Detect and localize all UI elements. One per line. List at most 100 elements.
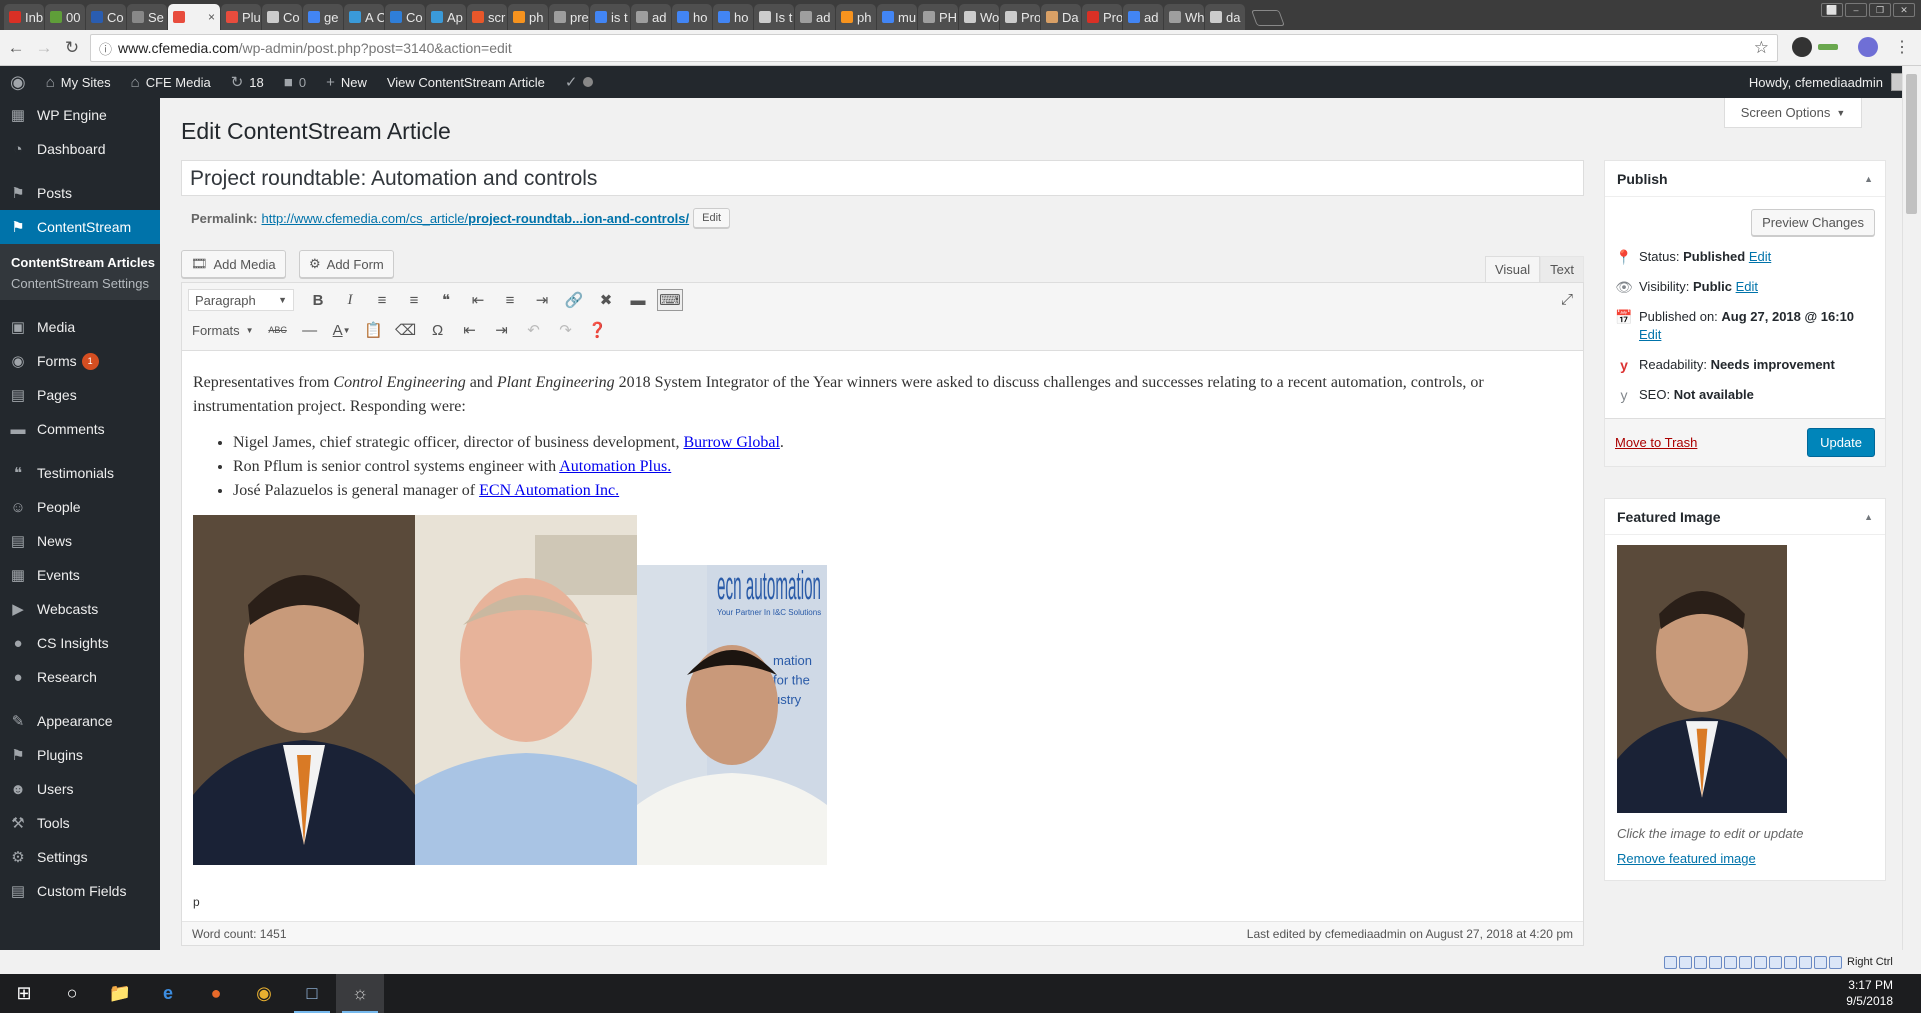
back-button[interactable]: ← [2,34,30,62]
search-icon[interactable]: ○ [48,974,96,1013]
submenu-item[interactable]: ContentStream Articles [0,252,160,273]
formats-dropdown[interactable]: Formats ▼ [188,323,262,338]
new-tab-button[interactable] [1251,10,1285,26]
browser-tab[interactable]: scr [467,4,507,30]
browser-tab[interactable]: mu [877,4,917,30]
yoast-icon[interactable]: ✓ [555,66,604,98]
site-name-menu[interactable]: ⌂ CFE Media [121,66,221,98]
browser-tab[interactable]: Co [385,4,425,30]
remove-featured-image-link[interactable]: Remove featured image [1605,841,1885,880]
publish-header[interactable]: Publish ▲ [1605,161,1885,197]
reload-button[interactable]: ↻ [58,34,86,62]
browser-tab[interactable]: A C [344,4,384,30]
browser-tab[interactable]: Se [127,4,167,30]
indent-icon[interactable]: ⇥ [486,317,518,343]
view-article-link[interactable]: View ContentStream Article [377,66,555,98]
browser-tab[interactable]: Pro [1082,4,1122,30]
sidebar-item-users[interactable]: ☻ Users [0,772,160,806]
redo-icon[interactable]: ↷ [550,317,582,343]
extension-icon[interactable] [1818,44,1838,50]
browser-tab[interactable]: Pro [1000,4,1040,30]
browser-tab[interactable]: 00 [45,4,85,30]
sidebar-item-media[interactable]: ▣ Media [0,310,160,344]
sidebar-item-posts[interactable]: ⚑ Posts [0,176,160,210]
post-title-input[interactable]: Project roundtable: Automation and contr… [181,160,1584,196]
browser-tab[interactable]: ge [303,4,343,30]
app-icon[interactable]: ☼ [336,974,384,1013]
sidebar-item-events[interactable]: ▦ Events [0,558,160,592]
screen-options-button[interactable]: Screen Options ▼ [1724,98,1862,128]
scrollbar-thumb[interactable] [1906,74,1917,214]
sidebar-item-wp-engine[interactable]: ▦ WP Engine [0,98,160,132]
align-center-icon[interactable]: ≡ [494,287,526,313]
chrome-icon[interactable]: ◉ [240,974,288,1013]
browser-tab[interactable]: ad [631,4,671,30]
update-button[interactable]: Update [1807,428,1875,457]
blockquote-icon[interactable]: ❝ [430,287,462,313]
sidebar-item-news[interactable]: ▤ News [0,524,160,558]
browser-tab[interactable]: PH [918,4,958,30]
clear-formatting-icon[interactable]: ⌫ [390,317,422,343]
sidebar-item-dashboard[interactable]: ◔ Dashboard [0,132,160,166]
editor-content[interactable]: Representatives from Control Engineering… [182,351,1583,885]
browser-tab[interactable]: da [1205,4,1245,30]
sidebar-item-tools[interactable]: ⚒ Tools [0,806,160,840]
browser-tab[interactable]: Inb [4,4,44,30]
tab-visual[interactable]: Visual [1484,256,1541,282]
permalink-link[interactable]: http://www.cfemedia.com/cs_article/proje… [261,211,689,226]
sidebar-item-appearance[interactable]: ✎ Appearance [0,704,160,738]
forward-button[interactable]: → [30,34,58,62]
browser-tab[interactable]: ho [713,4,753,30]
browser-tab[interactable]: Co [262,4,302,30]
status-edit-link[interactable]: Edit [1749,249,1771,264]
info-icon[interactable]: ⓘ [99,39,112,58]
move-to-trash-link[interactable]: Move to Trash [1615,435,1697,450]
sidebar-item-contentstream[interactable]: ⚑ ContentStream [0,210,160,244]
browser-tab[interactable]: Is t [754,4,794,30]
help-icon[interactable]: ❓ [582,317,614,343]
submenu-item[interactable]: ContentStream Settings [0,273,160,294]
featured-image-thumbnail[interactable] [1617,545,1787,813]
featured-image-header[interactable]: Featured Image ▲ [1605,499,1885,535]
align-right-icon[interactable]: ⇥ [526,287,558,313]
company-link[interactable]: Burrow Global [683,434,779,451]
sidebar-item-custom-fields[interactable]: ▤ Custom Fields [0,874,160,908]
browser-tab[interactable]: ph [508,4,548,30]
restore-button[interactable]: ❐ [1869,3,1891,17]
minimize-button[interactable]: – [1845,3,1867,17]
browser-tab[interactable]: is t [590,4,630,30]
read-more-icon[interactable]: ▬ [622,287,654,313]
browser-tab[interactable]: ad [795,4,835,30]
photo-nigel-james[interactable] [193,515,415,865]
collapse-arrow-icon[interactable]: ▲ [1864,512,1873,522]
extension-icon[interactable] [1858,37,1878,57]
text-color-icon[interactable]: A ▼ [326,317,358,343]
close-button[interactable]: ✕ [1893,3,1915,17]
browser-tab[interactable]: × [168,4,220,30]
close-tab-icon[interactable]: × [208,10,215,24]
sidebar-item-webcasts[interactable]: ▶ Webcasts [0,592,160,626]
browser-tab[interactable]: Ap [426,4,466,30]
add-form-button[interactable]: ⚙ Add Form [299,250,394,278]
unlink-icon[interactable]: ✖ [590,287,622,313]
browser-tab[interactable]: Co [86,4,126,30]
url-input[interactable]: ⓘ www.cfemedia.com/wp-admin/post.php?pos… [90,34,1778,62]
browser-tab[interactable]: pre [549,4,589,30]
bold-icon[interactable]: B [302,287,334,313]
undo-icon[interactable]: ↶ [518,317,550,343]
strikethrough-icon[interactable]: ABC [262,317,294,343]
my-sites-menu[interactable]: ⌂ My Sites [36,66,121,98]
align-left-icon[interactable]: ⇤ [462,287,494,313]
sidebar-item-plugins[interactable]: ⚑ Plugins [0,738,160,772]
sidebar-item-cs-insights[interactable]: ● CS Insights [0,626,160,660]
wordpress-logo-icon[interactable]: ◉ [0,66,36,98]
sidebar-item-research[interactable]: ● Research [0,660,160,694]
extension-icon[interactable] [1792,37,1812,57]
paste-text-icon[interactable]: 📋 [358,317,390,343]
visibility-edit-link[interactable]: Edit [1736,279,1758,294]
profile-button[interactable]: ⬜ [1821,3,1843,17]
company-link[interactable]: Automation Plus. [559,458,671,475]
sidebar-item-settings[interactable]: ⚙ Settings [0,840,160,874]
browser-tab[interactable]: Plu [221,4,261,30]
new-content-menu[interactable]: + New [316,66,377,98]
